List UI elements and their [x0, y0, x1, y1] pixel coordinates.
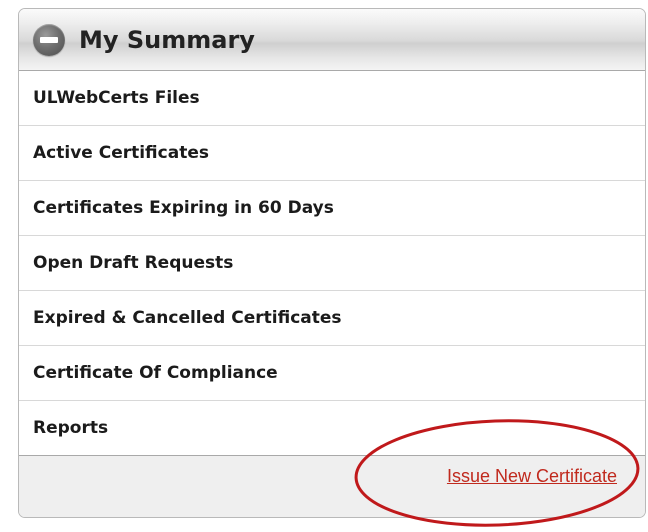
menu-item-certificates-expiring[interactable]: Certificates Expiring in 60 Days	[19, 181, 645, 236]
menu-item-reports[interactable]: Reports	[19, 401, 645, 456]
panel-title: My Summary	[79, 25, 255, 54]
my-summary-panel: My Summary ULWebCerts Files Active Certi…	[18, 8, 646, 518]
collapse-minus-icon[interactable]	[33, 23, 65, 56]
panel-header[interactable]: My Summary	[19, 9, 645, 71]
panel-footer: Issue New Certificate	[19, 456, 645, 517]
summary-menu: ULWebCerts Files Active Certificates Cer…	[19, 71, 645, 456]
issue-new-certificate-link[interactable]: Issue New Certificate	[447, 466, 617, 487]
menu-item-open-draft-requests[interactable]: Open Draft Requests	[19, 236, 645, 291]
menu-item-expired-cancelled[interactable]: Expired & Cancelled Certificates	[19, 291, 645, 346]
menu-item-ulwebcerts-files[interactable]: ULWebCerts Files	[19, 71, 645, 126]
menu-item-active-certificates[interactable]: Active Certificates	[19, 126, 645, 181]
menu-item-certificate-of-compliance[interactable]: Certificate Of Compliance	[19, 346, 645, 401]
